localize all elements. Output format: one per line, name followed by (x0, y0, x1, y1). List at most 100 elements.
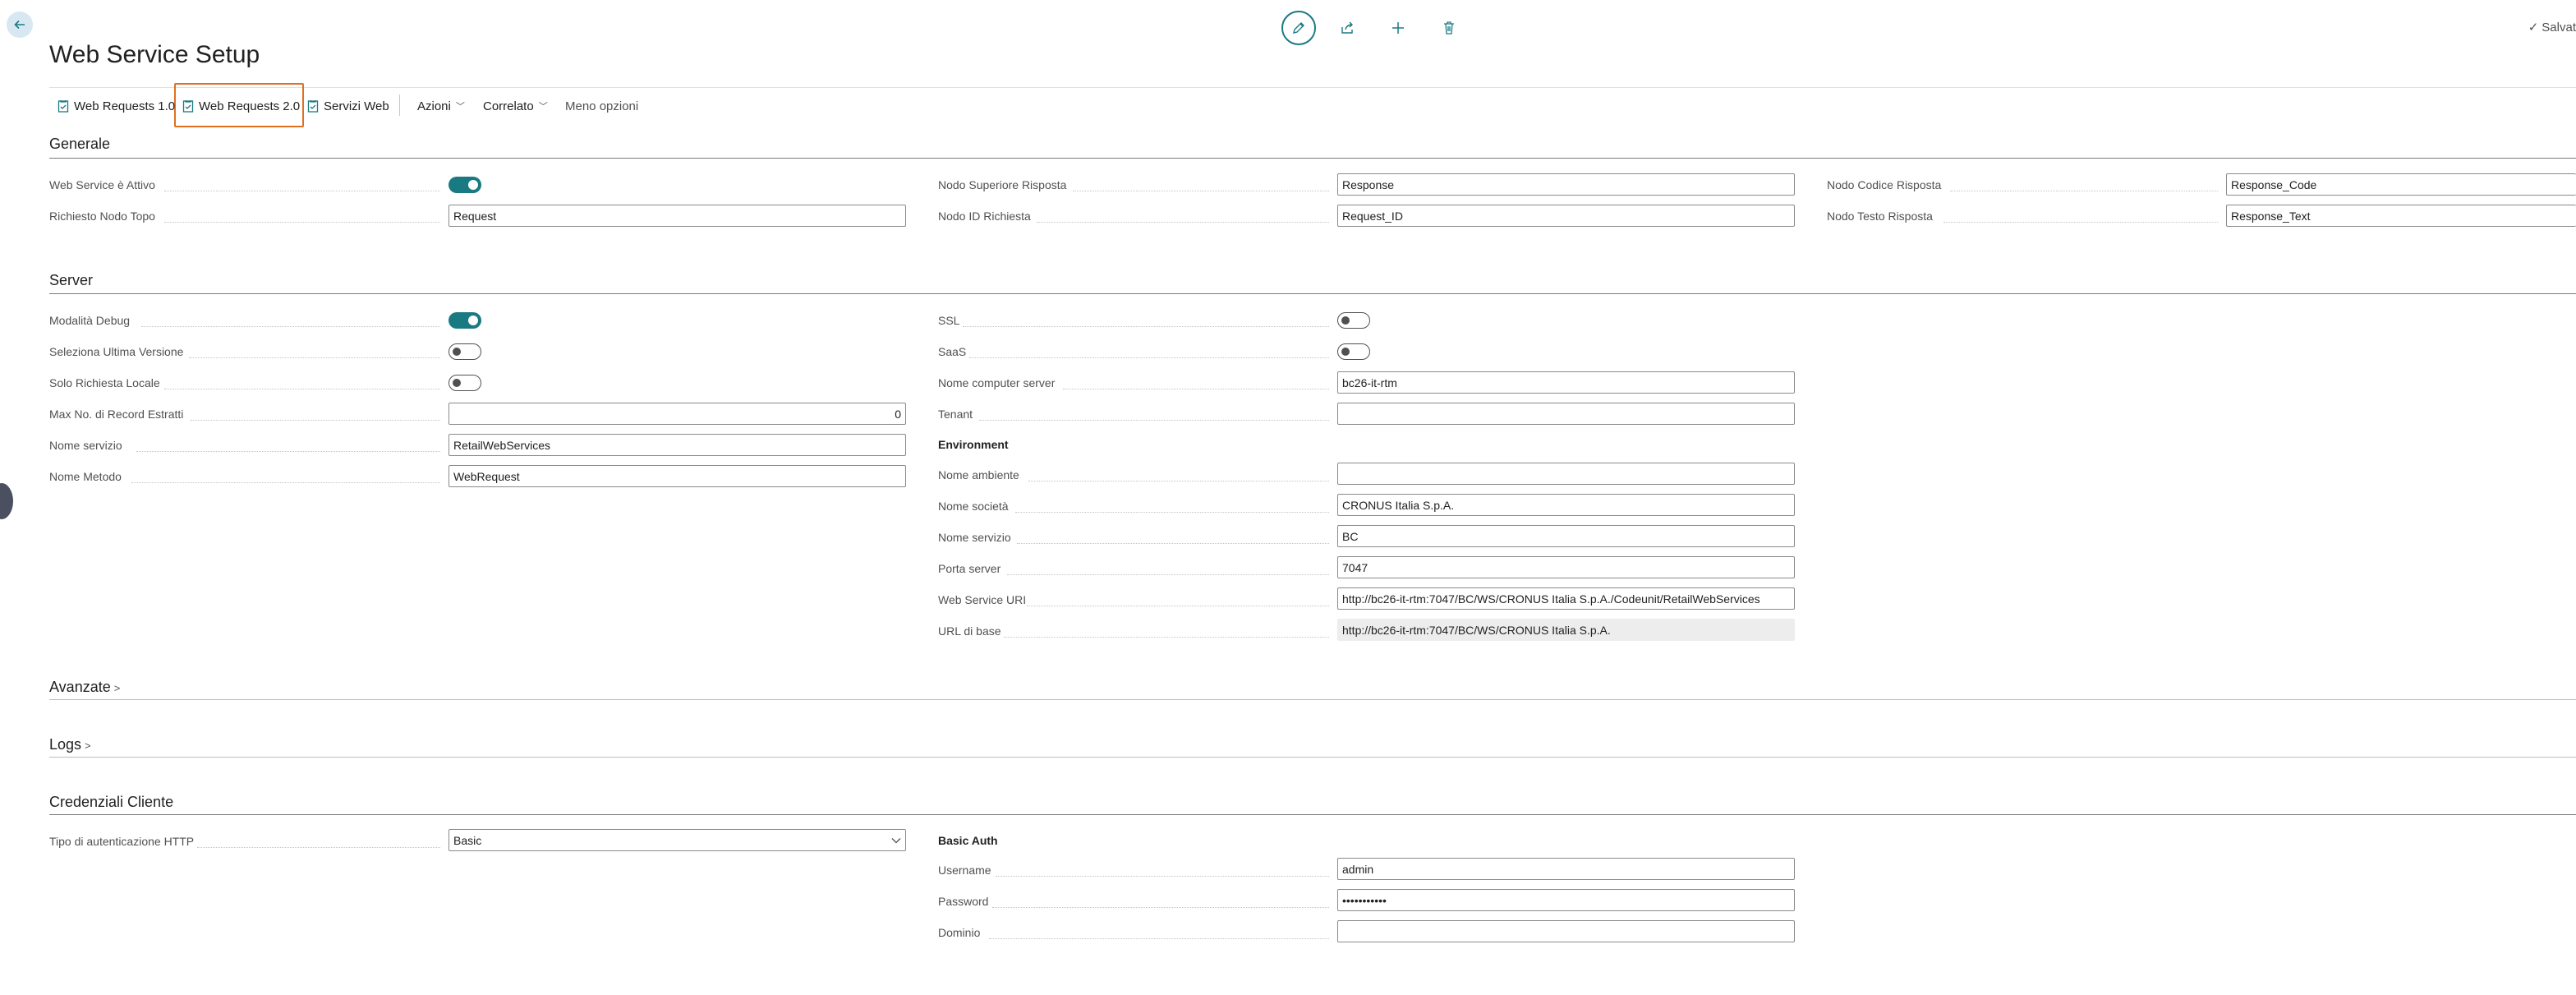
section-divider (49, 814, 2576, 815)
report-icon (58, 100, 69, 113)
label-leader (1007, 574, 1329, 575)
arrow-left-icon (14, 20, 25, 30)
label-nodo-id-richiesta: Nodo ID Richiesta (938, 210, 1031, 223)
input-richiesta-nodo-topo[interactable]: Request (448, 205, 906, 227)
label-leader (989, 938, 1329, 939)
label-leader (141, 326, 440, 327)
action-web-requests-2-label: Web Requests 2.0 (199, 99, 301, 113)
label-leader (131, 482, 440, 483)
input-username[interactable]: admin (1337, 858, 1795, 880)
label-leader (1037, 222, 1329, 223)
input-dominio[interactable] (1337, 920, 1795, 942)
label-leader (1944, 222, 2218, 223)
toggle-ssl[interactable] (1337, 312, 1370, 329)
label-username: Username (938, 864, 991, 877)
section-divider (49, 158, 2576, 159)
label-web-service-attivo: Web Service è Attivo (49, 178, 155, 191)
label-leader (191, 420, 440, 421)
label-nome-servizio: Nome servizio (49, 439, 122, 452)
toggle-seleziona-ultima-versione[interactable] (448, 343, 481, 360)
action-azioni-label: Azioni (417, 99, 451, 113)
input-nome-societa[interactable]: CRONUS Italia S.p.A. (1337, 494, 1795, 516)
save-status-label: Salvat (2542, 20, 2576, 35)
toggle-web-service-attivo[interactable] (448, 177, 481, 193)
label-nodo-testo-risposta: Nodo Testo Risposta (1827, 210, 1933, 223)
group-heading-environment: Environment (938, 438, 1009, 451)
label-leader (969, 357, 1329, 358)
input-nome-metodo[interactable]: WebRequest (448, 465, 906, 487)
chevron-down-icon (891, 837, 901, 843)
label-richiesta-nodo-topo: Richiesto Nodo Topo (49, 210, 155, 223)
delete-button[interactable] (1434, 13, 1464, 43)
section-divider (49, 757, 2576, 758)
label-dominio: Dominio (938, 926, 981, 939)
input-nome-computer-server[interactable]: bc26-it-rtm (1337, 371, 1795, 394)
section-title-avanzate[interactable]: Avanzate > (49, 679, 120, 696)
input-max-record[interactable]: 0 (448, 403, 906, 425)
toggle-solo-richiesta-locale[interactable] (448, 375, 481, 391)
label-ssl: SSL (938, 314, 960, 327)
label-leader (992, 907, 1329, 908)
label-nodo-superiore-risposta: Nodo Superiore Risposta (938, 178, 1067, 191)
back-button[interactable] (7, 12, 33, 38)
section-title-avanzate-label: Avanzate (49, 679, 111, 695)
label-leader (189, 357, 440, 358)
chevron-right-icon: > (113, 682, 121, 694)
action-web-requests-1[interactable]: Web Requests 1.0 (58, 97, 175, 115)
label-nome-metodo: Nome Metodo (49, 470, 122, 483)
action-web-requests-2[interactable]: Web Requests 2.0 (182, 97, 300, 115)
check-icon: ✓ (2528, 21, 2539, 35)
label-leader (963, 326, 1329, 327)
section-title-logs-label: Logs (49, 736, 82, 753)
input-nodo-testo-risposta[interactable]: Response_Text (2226, 205, 2576, 227)
share-icon (1341, 21, 1353, 34)
chevron-down-icon: ﹀ (538, 102, 548, 112)
report-icon (182, 100, 194, 113)
label-porta-server: Porta server (938, 562, 1001, 575)
action-servizi-web[interactable]: Servizi Web (307, 97, 389, 115)
label-max-record: Max No. di Record Estratti (49, 408, 184, 421)
section-title-credenziali: Credenziali Cliente (49, 794, 174, 810)
section-title-server: Server (49, 272, 94, 288)
input-porta-server[interactable]: 7047 (1337, 556, 1795, 578)
action-servizi-web-label: Servizi Web (324, 99, 389, 113)
toggle-saas[interactable] (1337, 343, 1370, 360)
label-leader (197, 847, 440, 848)
new-button[interactable] (1383, 13, 1413, 43)
label-web-service-uri: Web Service URI (938, 593, 1027, 606)
input-nome-ambiente[interactable] (1337, 463, 1795, 485)
page-title: Web Service Setup (49, 41, 260, 68)
label-url-di-base: URL di base (938, 624, 1001, 638)
action-azioni-menu[interactable]: Azioni ﹀ (417, 97, 465, 115)
section-title-generale: Generale (49, 136, 111, 152)
label-seleziona-ultima-versione: Seleziona Ultima Versione (49, 345, 184, 358)
share-button[interactable] (1332, 13, 1362, 43)
section-title-logs[interactable]: Logs > (49, 736, 91, 753)
input-password[interactable]: ••••••••••• (1337, 889, 1795, 911)
label-saas: SaaS (938, 345, 967, 358)
section-divider (49, 293, 2576, 294)
label-leader (996, 876, 1329, 877)
action-web-requests-1-label: Web Requests 1.0 (74, 99, 176, 113)
side-panel-handle[interactable] (0, 483, 13, 519)
label-env-nome-servizio: Nome servizio (938, 531, 1011, 544)
label-nodo-codice-risposta: Nodo Codice Risposta (1827, 178, 1942, 191)
report-icon (307, 100, 319, 113)
action-meno-opzioni-label: Meno opzioni (565, 99, 639, 113)
chevron-down-icon: ﹀ (455, 102, 465, 112)
input-web-service-uri[interactable]: http://bc26-it-rtm:7047/BC/WS/CRONUS Ita… (1337, 587, 1795, 610)
label-solo-richiesta-locale: Solo Richiesta Locale (49, 376, 160, 389)
action-correlato-menu[interactable]: Correlato ﹀ (483, 97, 548, 115)
toggle-modalita-debug[interactable] (448, 312, 481, 329)
readonly-url-di-base: http://bc26-it-rtm:7047/BC/WS/CRONUS Ita… (1337, 619, 1795, 641)
input-nodo-codice-risposta[interactable]: Response_Code (2226, 173, 2576, 196)
select-tipo-autenticazione[interactable]: Basic (448, 829, 906, 851)
input-env-nome-servizio[interactable]: BC (1337, 525, 1795, 547)
input-nodo-superiore-risposta[interactable]: Response (1337, 173, 1795, 196)
edit-button[interactable] (1281, 11, 1316, 45)
label-leader (1015, 512, 1329, 513)
input-tenant[interactable] (1337, 403, 1795, 425)
input-nodo-id-richiesta[interactable]: Request_ID (1337, 205, 1795, 227)
action-meno-opzioni[interactable]: Meno opzioni (565, 97, 638, 115)
input-nome-servizio[interactable]: RetailWebServices (448, 434, 906, 456)
